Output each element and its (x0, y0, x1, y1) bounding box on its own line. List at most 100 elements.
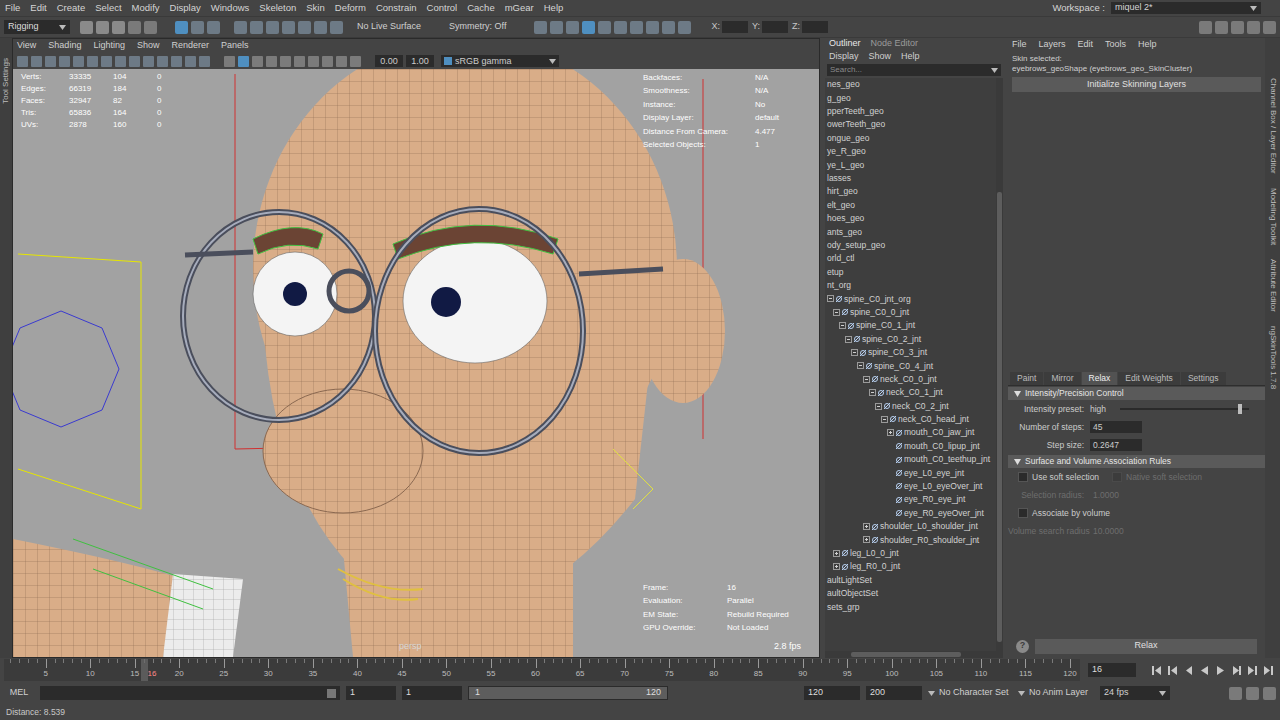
menu-item[interactable]: Modify (132, 1, 160, 15)
collapse-icon[interactable] (857, 362, 864, 369)
panel-tool-icon[interactable] (252, 56, 263, 67)
outliner-menu-item[interactable]: Help (901, 50, 920, 64)
render-tool-icon[interactable] (678, 21, 691, 34)
layout-icon[interactable] (1215, 21, 1228, 34)
outliner-row[interactable]: shoulder_R0_shoulder_jnt (825, 533, 996, 546)
outliner-row[interactable]: ants_geo (825, 225, 996, 238)
outliner-row[interactable]: spine_C0_3_jnt (825, 346, 996, 359)
coordinate-field[interactable]: Y: (752, 20, 788, 34)
panel-menu-item[interactable]: Show (137, 39, 160, 53)
outliner-tab[interactable]: Node Editor (871, 37, 919, 51)
collapse-icon[interactable] (863, 376, 870, 383)
outliner-row[interactable]: lasses (825, 172, 996, 185)
panel-tool-icon[interactable] (143, 56, 154, 67)
render-tool-icon[interactable] (582, 21, 595, 34)
command-line[interactable] (40, 686, 340, 700)
outliner-row[interactable]: eye_R0_eyeOver_jnt (825, 507, 996, 520)
render-tool-icon[interactable] (534, 21, 547, 34)
command-language[interactable]: MEL (4, 686, 34, 700)
panel-tool-icon[interactable] (224, 56, 235, 67)
outliner-row[interactable]: eye_L0_eyeOver_jnt (825, 480, 996, 493)
collapse-icon[interactable] (875, 403, 882, 410)
collapse-icon[interactable] (851, 349, 858, 356)
outliner-row[interactable]: spine_C0_1_jnt (825, 319, 996, 332)
panel-tool-icon[interactable] (129, 56, 140, 67)
outliner-row[interactable]: hoes_geo (825, 212, 996, 225)
animation-end-field[interactable]: 200 (866, 686, 922, 700)
play-back-icon[interactable] (1198, 664, 1211, 677)
menu-set-dropdown[interactable]: Rigging (4, 20, 70, 34)
render-tool-icon[interactable] (662, 21, 675, 34)
layout-icon[interactable] (1247, 21, 1260, 34)
outliner-menu-item[interactable]: Show (869, 50, 892, 64)
menu-item[interactable]: Edit (30, 1, 46, 15)
snap-icon[interactable] (330, 21, 343, 34)
panel-tool-icon[interactable] (17, 56, 28, 67)
side-tab[interactable]: Attribute Editor (1267, 259, 1279, 312)
panel-tool-icon[interactable] (308, 56, 319, 67)
outliner-row[interactable]: orld_ctl (825, 252, 996, 265)
panel-menu-item[interactable]: Renderer (171, 39, 209, 53)
fps-dropdown[interactable]: 24 fps (1100, 686, 1170, 700)
menu-item[interactable]: Help (544, 1, 564, 15)
skin-tab[interactable]: Mirror (1044, 372, 1080, 385)
collapse-icon[interactable] (827, 295, 834, 302)
menu-item[interactable]: Skin (306, 1, 324, 15)
exposure-field[interactable]: 1.00 (406, 55, 434, 67)
step-back-key-icon[interactable] (1166, 664, 1179, 677)
side-tab[interactable]: Modeling Toolkit (1267, 188, 1279, 245)
side-tab[interactable]: Channel Box / Layer Editor (1267, 78, 1279, 174)
menu-item[interactable]: Windows (211, 1, 250, 15)
outliner-search[interactable]: Search... (827, 64, 1001, 76)
go-to-start-icon[interactable] (1150, 664, 1163, 677)
outliner-row[interactable]: leg_R0_0_jnt (825, 560, 996, 573)
skin-tab[interactable]: Relax (1082, 372, 1118, 385)
file-tool-icon[interactable] (144, 21, 157, 34)
panel-tool-icon[interactable] (350, 56, 361, 67)
outliner-row[interactable]: spine_C0_0_jnt (825, 306, 996, 319)
render-tool-icon[interactable] (598, 21, 611, 34)
outliner-row[interactable]: elt_geo (825, 199, 996, 212)
menu-item[interactable]: Constrain (376, 1, 417, 15)
checkbox[interactable] (1018, 508, 1028, 518)
file-tool-icon[interactable] (80, 21, 93, 34)
time-slider[interactable]: 5101520253035404550556065707580859095100… (4, 659, 1080, 681)
panel-menu-item[interactable]: Lighting (93, 39, 125, 53)
current-frame-marker[interactable] (141, 659, 148, 681)
skin-menu-item[interactable]: Edit (1078, 38, 1094, 52)
menu-item[interactable]: File (5, 1, 20, 15)
menu-item[interactable]: Deform (335, 1, 366, 15)
outliner-row[interactable]: g_geo (825, 91, 996, 104)
collapse-icon[interactable] (881, 416, 888, 423)
outliner-row[interactable]: owerTeeth_geo (825, 118, 996, 131)
playback-start-field[interactable]: 1 (402, 686, 462, 700)
symmetry-label[interactable]: Symmetry: Off (449, 20, 506, 34)
outliner-row[interactable]: neck_C0_head_jnt (825, 413, 996, 426)
outliner-row[interactable]: ody_setup_geo (825, 239, 996, 252)
current-frame-field[interactable]: 16 (1088, 663, 1136, 677)
panel-tool-icon[interactable] (266, 56, 277, 67)
snap-icon[interactable] (282, 21, 295, 34)
collapse-icon[interactable] (845, 336, 852, 343)
menu-item[interactable]: Create (57, 1, 86, 15)
panel-tool-icon[interactable] (157, 56, 168, 67)
coordinate-field[interactable]: X: (711, 20, 748, 34)
outliner-row[interactable]: mouth_C0_lipup_jnt (825, 440, 996, 453)
sound-icon[interactable] (1246, 687, 1259, 700)
selection-mode-icon[interactable] (191, 21, 204, 34)
go-to-end-icon[interactable] (1262, 664, 1275, 677)
panel-tool-icon[interactable] (59, 56, 70, 67)
skin-tab[interactable]: Edit Weights (1118, 372, 1180, 385)
relax-button[interactable]: Relax (1035, 639, 1257, 654)
panel-tool-icon[interactable] (294, 56, 305, 67)
panel-tool-icon[interactable] (101, 56, 112, 67)
section-header[interactable]: Intensity/Precision Control (1008, 387, 1265, 400)
panel-tool-icon[interactable] (73, 56, 84, 67)
outliner-row[interactable]: spine_C0_jnt_org (825, 292, 996, 305)
step-back-icon[interactable] (1182, 664, 1195, 677)
outliner-menu-item[interactable]: Display (829, 50, 859, 64)
expand-icon[interactable] (863, 523, 870, 530)
layout-icon[interactable] (1231, 21, 1244, 34)
skin-tab[interactable]: Settings (1181, 372, 1226, 385)
snap-icon[interactable] (266, 21, 279, 34)
